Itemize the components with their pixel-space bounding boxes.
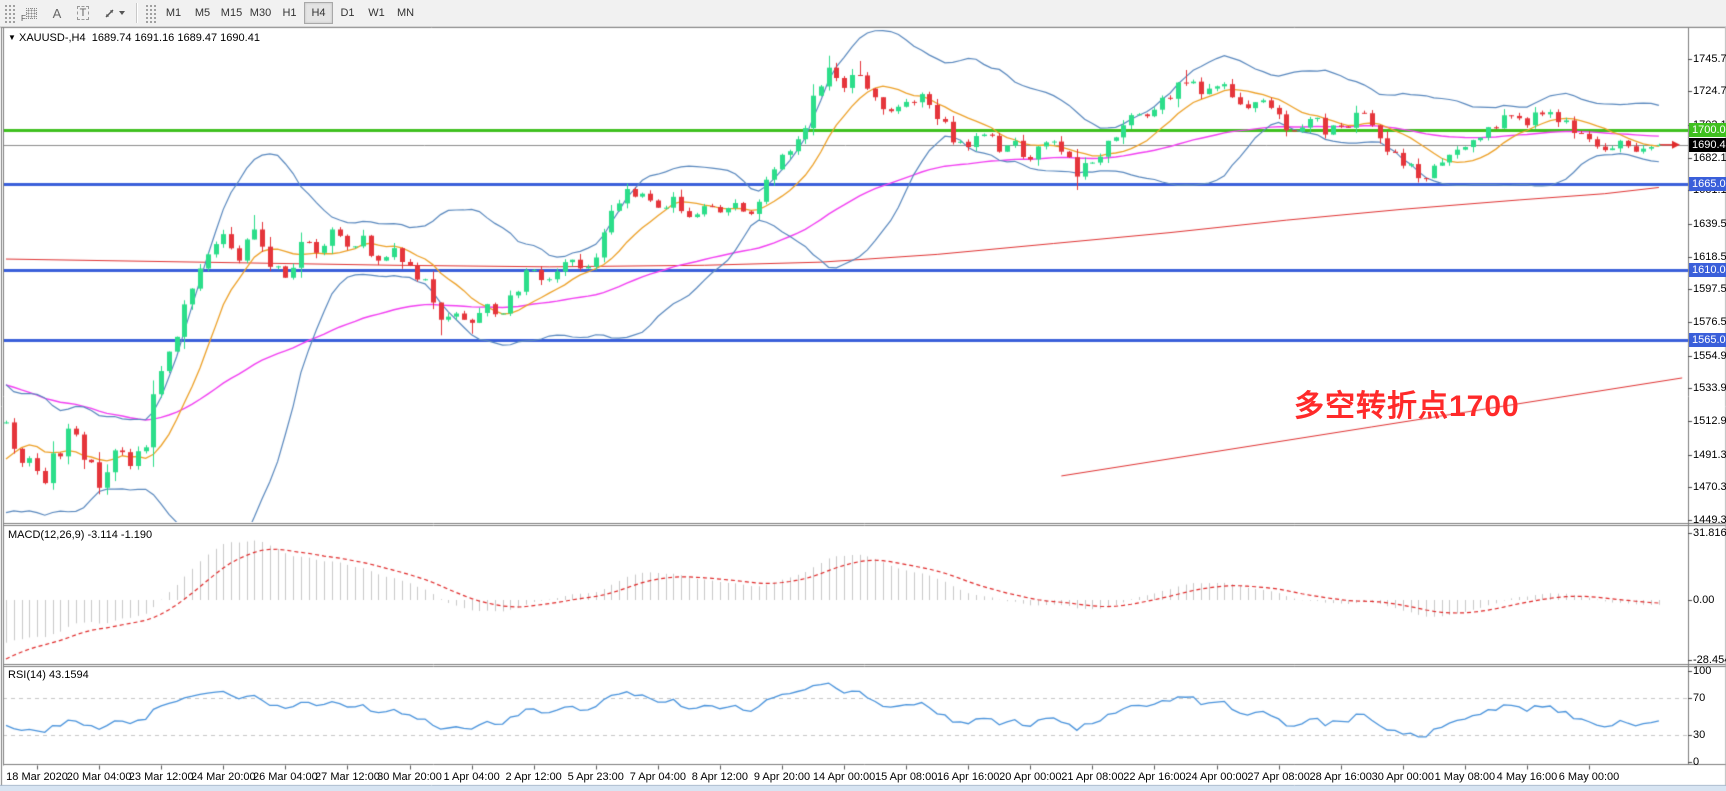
- text-box-icon: T: [77, 6, 90, 20]
- letter-a-icon: A: [53, 6, 62, 21]
- mt4-window: F A T M1 M5 M15 M30 H1 H4 D1 W1 MN: [0, 0, 1726, 791]
- timeframe-w1-button[interactable]: W1: [362, 2, 391, 24]
- timeframe-h4-button[interactable]: H4: [304, 2, 333, 24]
- rsi-panel[interactable]: [4, 667, 1687, 764]
- grid-dots-icon: [26, 8, 37, 19]
- timeframe-m15-button[interactable]: M15: [217, 2, 246, 24]
- timeframe-mn-button[interactable]: MN: [391, 2, 420, 24]
- time-axis[interactable]: [4, 765, 1687, 785]
- grid-tool-button[interactable]: F: [18, 2, 44, 24]
- timeframe-h1-button[interactable]: H1: [275, 2, 304, 24]
- toolbar: F A T M1 M5 M15 M30 H1 H4 D1 W1 MN: [0, 0, 1726, 27]
- text-label-tool-button[interactable]: A: [44, 2, 70, 24]
- timeframe-m5-button[interactable]: M5: [188, 2, 217, 24]
- toolbar-drag-handle[interactable]: [3, 3, 15, 23]
- timeframe-drag-handle[interactable]: [144, 3, 156, 23]
- price-axis[interactable]: [1688, 28, 1726, 765]
- macd-panel[interactable]: [4, 526, 1687, 663]
- timeframe-m1-button[interactable]: M1: [159, 2, 188, 24]
- main-chart-panel[interactable]: [4, 28, 1687, 522]
- dropdown-caret-icon: [119, 11, 125, 15]
- timeframe-d1-button[interactable]: D1: [333, 2, 362, 24]
- grid-f-label: F: [21, 14, 26, 23]
- timeframe-m30-button[interactable]: M30: [246, 2, 275, 24]
- arrow-tool-button[interactable]: [96, 2, 132, 24]
- text-box-tool-button[interactable]: T: [70, 2, 96, 24]
- diagonal-arrows-icon: [103, 7, 116, 20]
- toolbar-separator: [136, 3, 137, 23]
- bottom-strip: [0, 786, 1726, 791]
